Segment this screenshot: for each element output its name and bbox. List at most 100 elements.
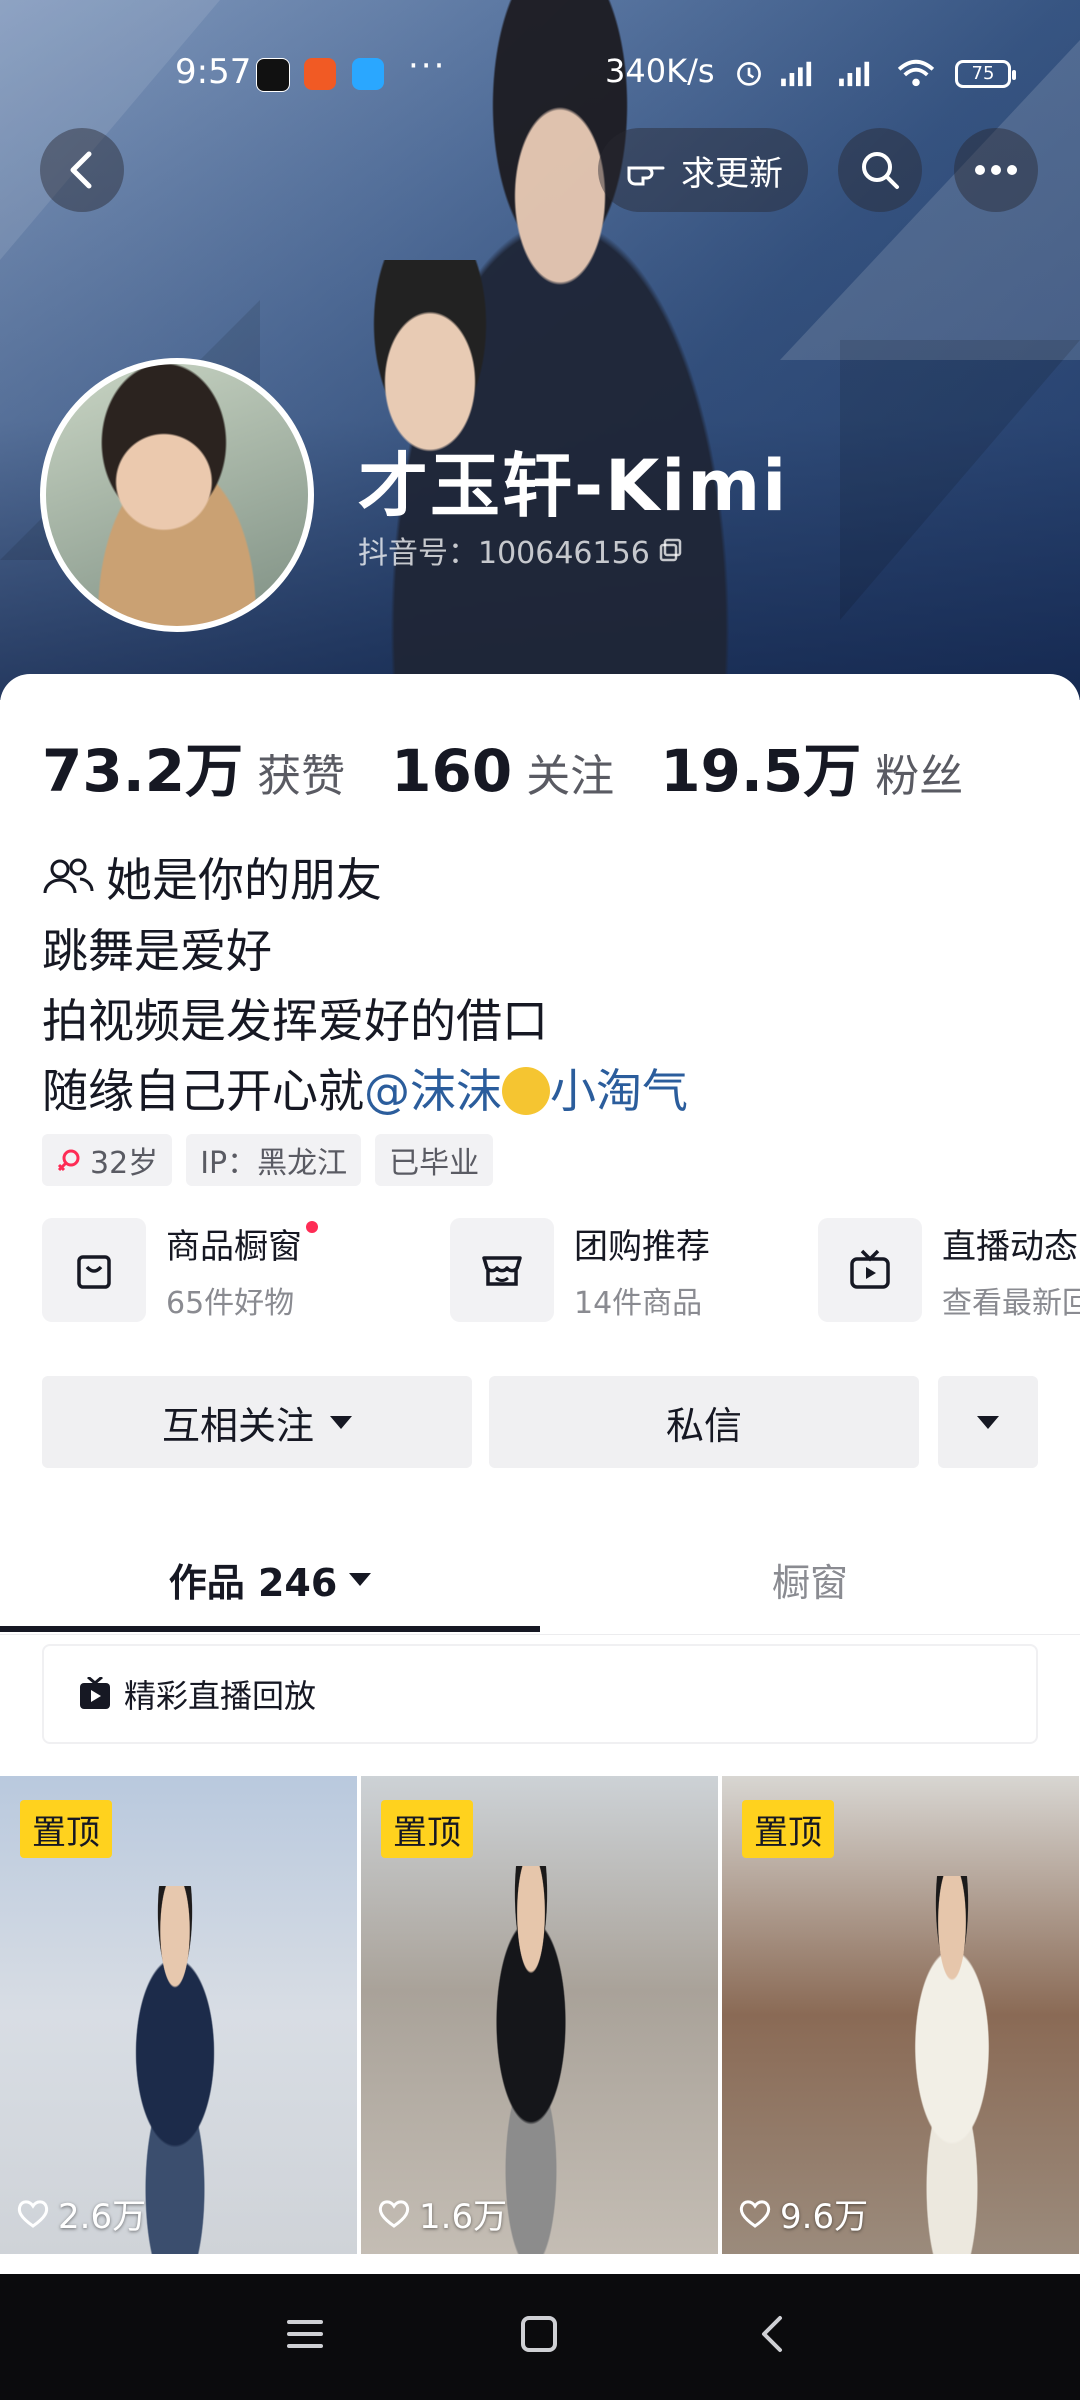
- video-thumbnail[interactable]: 置顶 1.6万: [361, 1776, 718, 2254]
- product-showcase-entry[interactable]: 商品橱窗 65件好物: [42, 1218, 318, 1322]
- avatar[interactable]: [40, 358, 314, 632]
- following-count[interactable]: 160: [391, 737, 512, 805]
- pinned-badge: 置顶: [742, 1800, 834, 1858]
- store-icon-box: [450, 1218, 554, 1322]
- signal-icon-2: [839, 61, 870, 87]
- status-bar: 9:57 ··· 340K/s 75: [0, 40, 1080, 110]
- profile-content: 73.2万 获赞 160 关注 19.5万 粉丝 她是你的朋友 跳舞是爱好 拍视…: [0, 674, 1080, 2274]
- caret-down-icon-3: [349, 1572, 372, 1586]
- pointing-hand-icon: [627, 166, 665, 186]
- pinned-badge: 置顶: [381, 1800, 473, 1858]
- live-tv-icon: [850, 1249, 890, 1289]
- bio: 跳舞是爱好 拍视频是发挥爱好的借口 随缘自己开心就@沫沫 小淘气: [42, 916, 688, 1126]
- pinned-badge: 置顶: [20, 1800, 112, 1858]
- copy-icon[interactable]: [658, 537, 684, 563]
- status-time: 9:57: [175, 52, 252, 92]
- relation-text: 她是你的朋友: [106, 853, 382, 907]
- stats-row: 73.2万 获赞 160 关注 19.5万 粉丝: [42, 724, 1009, 808]
- more-notifications-dots: ···: [408, 46, 447, 86]
- message-button[interactable]: 私信: [489, 1376, 919, 1468]
- douyin-id-text: 抖音号：100646156: [358, 536, 650, 571]
- app-notification-icon: [304, 58, 336, 90]
- friends-icon: [43, 858, 94, 894]
- bio-line: 拍视频是发挥爱好的借口: [42, 994, 548, 1048]
- product-showcase-title-text: 商品橱窗: [166, 1226, 302, 1267]
- following-label[interactable]: 关注: [526, 740, 614, 804]
- tab-showcase-label: 橱窗: [771, 1560, 848, 1605]
- request-update-label: 求更新: [681, 153, 783, 194]
- chevron-left-icon: [70, 151, 92, 189]
- video-thumbnail[interactable]: 置顶 2.6万: [0, 1776, 357, 2254]
- battery-indicator: 75: [955, 60, 1016, 88]
- message-label: 私信: [665, 1403, 742, 1448]
- video-thumbnail[interactable]: 置顶 9.6万: [722, 1776, 1079, 2254]
- back-nav-icon[interactable]: [754, 2314, 794, 2354]
- group-buy-subtitle: 14件商品: [574, 1285, 703, 1321]
- more-options-button[interactable]: [954, 128, 1038, 212]
- video-likes-count: 9.6万: [780, 2197, 869, 2237]
- app-notification-icon-2: [352, 58, 384, 90]
- live-updates-entry[interactable]: 直播动态 查看最新回: [818, 1218, 1080, 1322]
- profile-tags: 32岁 IP：黑龙江 已毕业: [42, 1134, 494, 1186]
- system-navigation-bar: [0, 2274, 1080, 2400]
- age-text: 32岁: [90, 1146, 159, 1181]
- more-dots-icon: [975, 165, 1017, 175]
- live-replay-banner[interactable]: 精彩直播回放: [42, 1644, 1038, 1744]
- education-text: 已毕业: [389, 1146, 480, 1181]
- douyin-id[interactable]: 抖音号：100646156: [358, 528, 684, 572]
- ip-tag: IP：黑龙江: [186, 1134, 362, 1186]
- home-icon[interactable]: [519, 2314, 559, 2354]
- network-speed: 340K/s: [605, 52, 715, 90]
- bag-icon-box: [42, 1218, 146, 1322]
- video-grid: 置顶 2.6万 置顶 1.6万 置顶 9.6万: [0, 1776, 1080, 2276]
- group-buy-entry[interactable]: 团购推荐 14件商品: [450, 1218, 710, 1322]
- group-buy-title: 团购推荐: [574, 1226, 710, 1267]
- likes-label: 获赞: [257, 751, 346, 802]
- relation-info: 她是你的朋友: [42, 844, 382, 910]
- tab-works[interactable]: 作品 246: [0, 1524, 540, 1634]
- education-tag: 已毕业: [375, 1134, 494, 1186]
- profile-name: 才玉轩-Kimi: [358, 445, 789, 527]
- group-buy-text: 团购推荐 14件商品: [574, 1219, 710, 1322]
- live-replay-label: 精彩直播回放: [124, 1677, 317, 1715]
- wifi-icon: [897, 59, 935, 87]
- menu-icon[interactable]: [285, 2314, 325, 2354]
- mutual-follow-button[interactable]: 互相关注: [42, 1376, 472, 1468]
- request-update-button[interactable]: 求更新: [598, 128, 808, 212]
- bio-line: 随缘自己开心就@沫沫 小淘气: [42, 1056, 688, 1126]
- heart-icon: [378, 2199, 410, 2228]
- search-icon: [862, 152, 899, 189]
- ip-text: IP：黑龙江: [200, 1146, 348, 1181]
- notification-dot: [306, 1220, 318, 1233]
- tab-showcase[interactable]: 橱窗: [540, 1524, 1080, 1634]
- product-showcase-text: 商品橱窗 65件好物: [166, 1219, 318, 1322]
- age-tag: 32岁: [42, 1134, 173, 1186]
- live-updates-title: 直播动态: [942, 1226, 1078, 1267]
- douyin-app-icon: [256, 58, 290, 92]
- bag-icon: [77, 1255, 111, 1289]
- alarm-icon: [737, 61, 761, 86]
- likes-count: 73.2万: [42, 737, 244, 805]
- signal-icon-1: [781, 61, 812, 87]
- caret-down-icon: [330, 1415, 352, 1429]
- live-tv-icon-box: [818, 1218, 922, 1322]
- live-replay-icon: [80, 1677, 110, 1709]
- store-icon: [482, 1256, 522, 1286]
- video-likes-count: 2.6万: [58, 2197, 147, 2237]
- live-updates-text: 直播动态 查看最新回: [942, 1219, 1080, 1322]
- live-updates-subtitle: 查看最新回: [942, 1285, 1080, 1321]
- mutual-follow-label: 互相关注: [161, 1403, 314, 1448]
- video-likes: 2.6万: [16, 2189, 146, 2238]
- back-button[interactable]: [40, 128, 124, 212]
- mention-link[interactable]: @沫沫: [364, 1064, 502, 1118]
- search-button[interactable]: [838, 128, 922, 212]
- product-showcase-title: 商品橱窗: [166, 1219, 318, 1268]
- caret-down-icon-2: [977, 1415, 999, 1429]
- followers-count[interactable]: 19.5万: [660, 724, 861, 808]
- tab-works-label: 作品 246: [168, 1560, 338, 1605]
- followers-label[interactable]: 粉丝: [875, 740, 963, 804]
- tab-active-indicator: [0, 1626, 540, 1632]
- heart-icon: [17, 2199, 49, 2228]
- mention-link-2[interactable]: 小淘气: [550, 1064, 688, 1118]
- recommend-toggle-button[interactable]: [938, 1376, 1038, 1468]
